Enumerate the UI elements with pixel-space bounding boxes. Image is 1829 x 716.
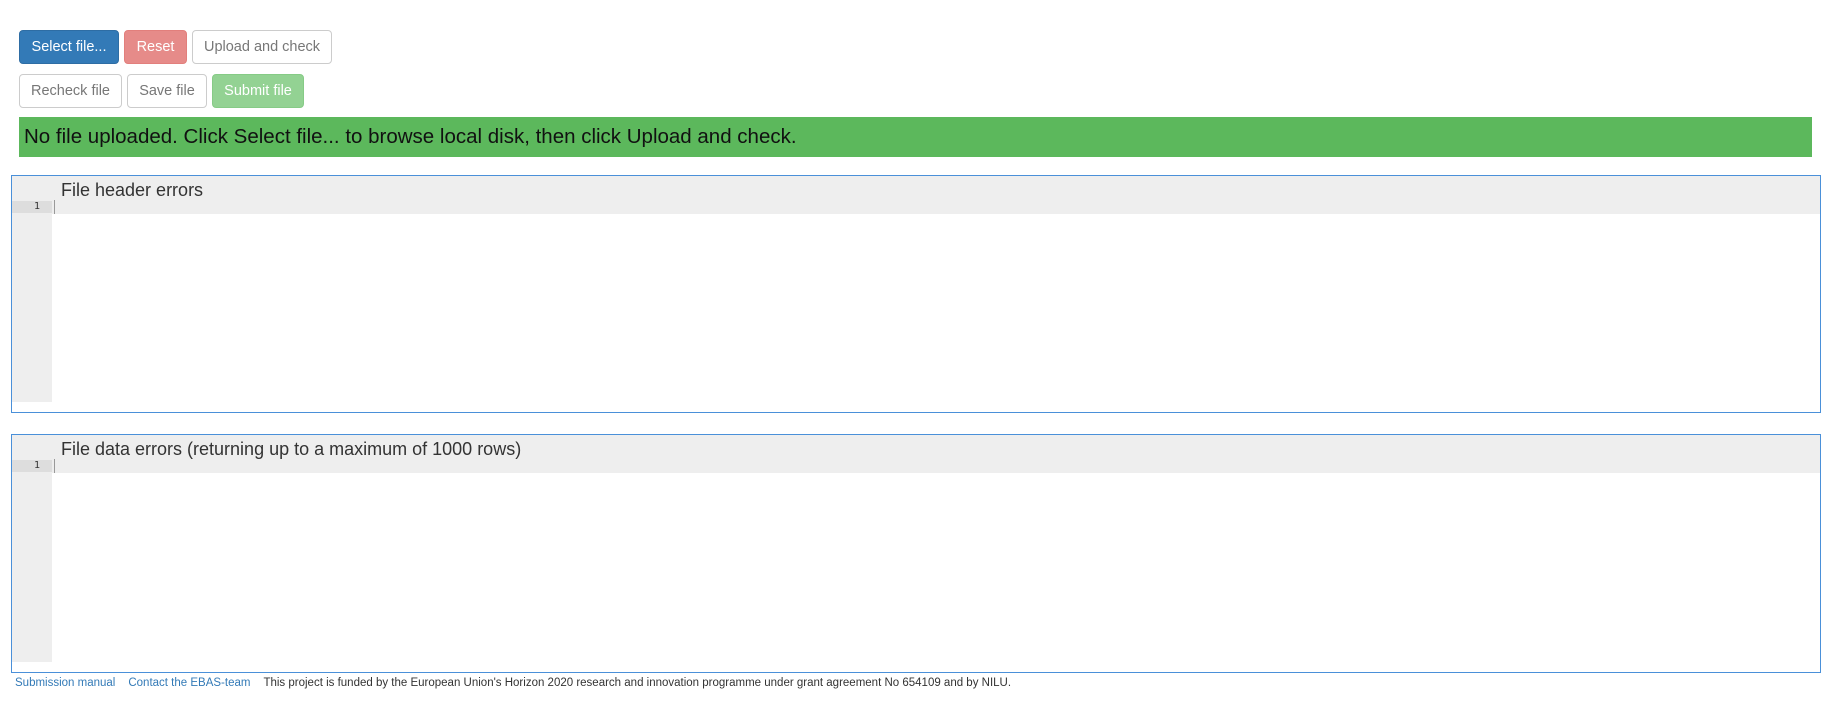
data-errors-title: File data errors (returning up to a maxi… [61,439,522,459]
funding-note: This project is funded by the European U… [263,677,1012,689]
contact-ebas-team-link[interactable]: Contact the EBAS-team [128,677,250,689]
save-file-button[interactable]: Save file [127,74,207,108]
header-errors-active-line: 1 [12,201,52,213]
data-errors-line-number: 1 [33,460,40,471]
header-errors-panel: 1 File header errors [11,175,1821,413]
select-file-button[interactable]: Select file... [19,30,119,64]
toolbar-row-2: Recheck file Save file Submit file [19,74,304,108]
header-errors-title: File header errors [61,180,204,200]
recheck-file-button[interactable]: Recheck file [19,74,122,108]
upload-and-check-button[interactable]: Upload and check [192,30,332,64]
data-errors-active-line: 1 [12,460,52,472]
reset-button[interactable]: Reset [124,30,187,64]
submission-manual-link[interactable]: Submission manual [15,677,115,689]
header-errors-panel-head [12,176,1820,214]
data-errors-editor[interactable] [52,473,1820,672]
status-banner: No file uploaded. Click Select file... t… [19,117,1812,157]
toolbar-row-1: Select file... Reset Upload and check [19,30,332,64]
header-errors-line-number: 1 [33,201,40,212]
header-errors-editor[interactable] [52,214,1820,412]
header-errors-text-cursor [54,200,55,214]
submit-file-button[interactable]: Submit file [212,74,304,108]
data-errors-panel: 1 File data errors (returning up to a ma… [11,434,1821,673]
footer: Submission manual Contact the EBAS-team … [15,677,1011,689]
data-errors-text-cursor [54,459,55,473]
